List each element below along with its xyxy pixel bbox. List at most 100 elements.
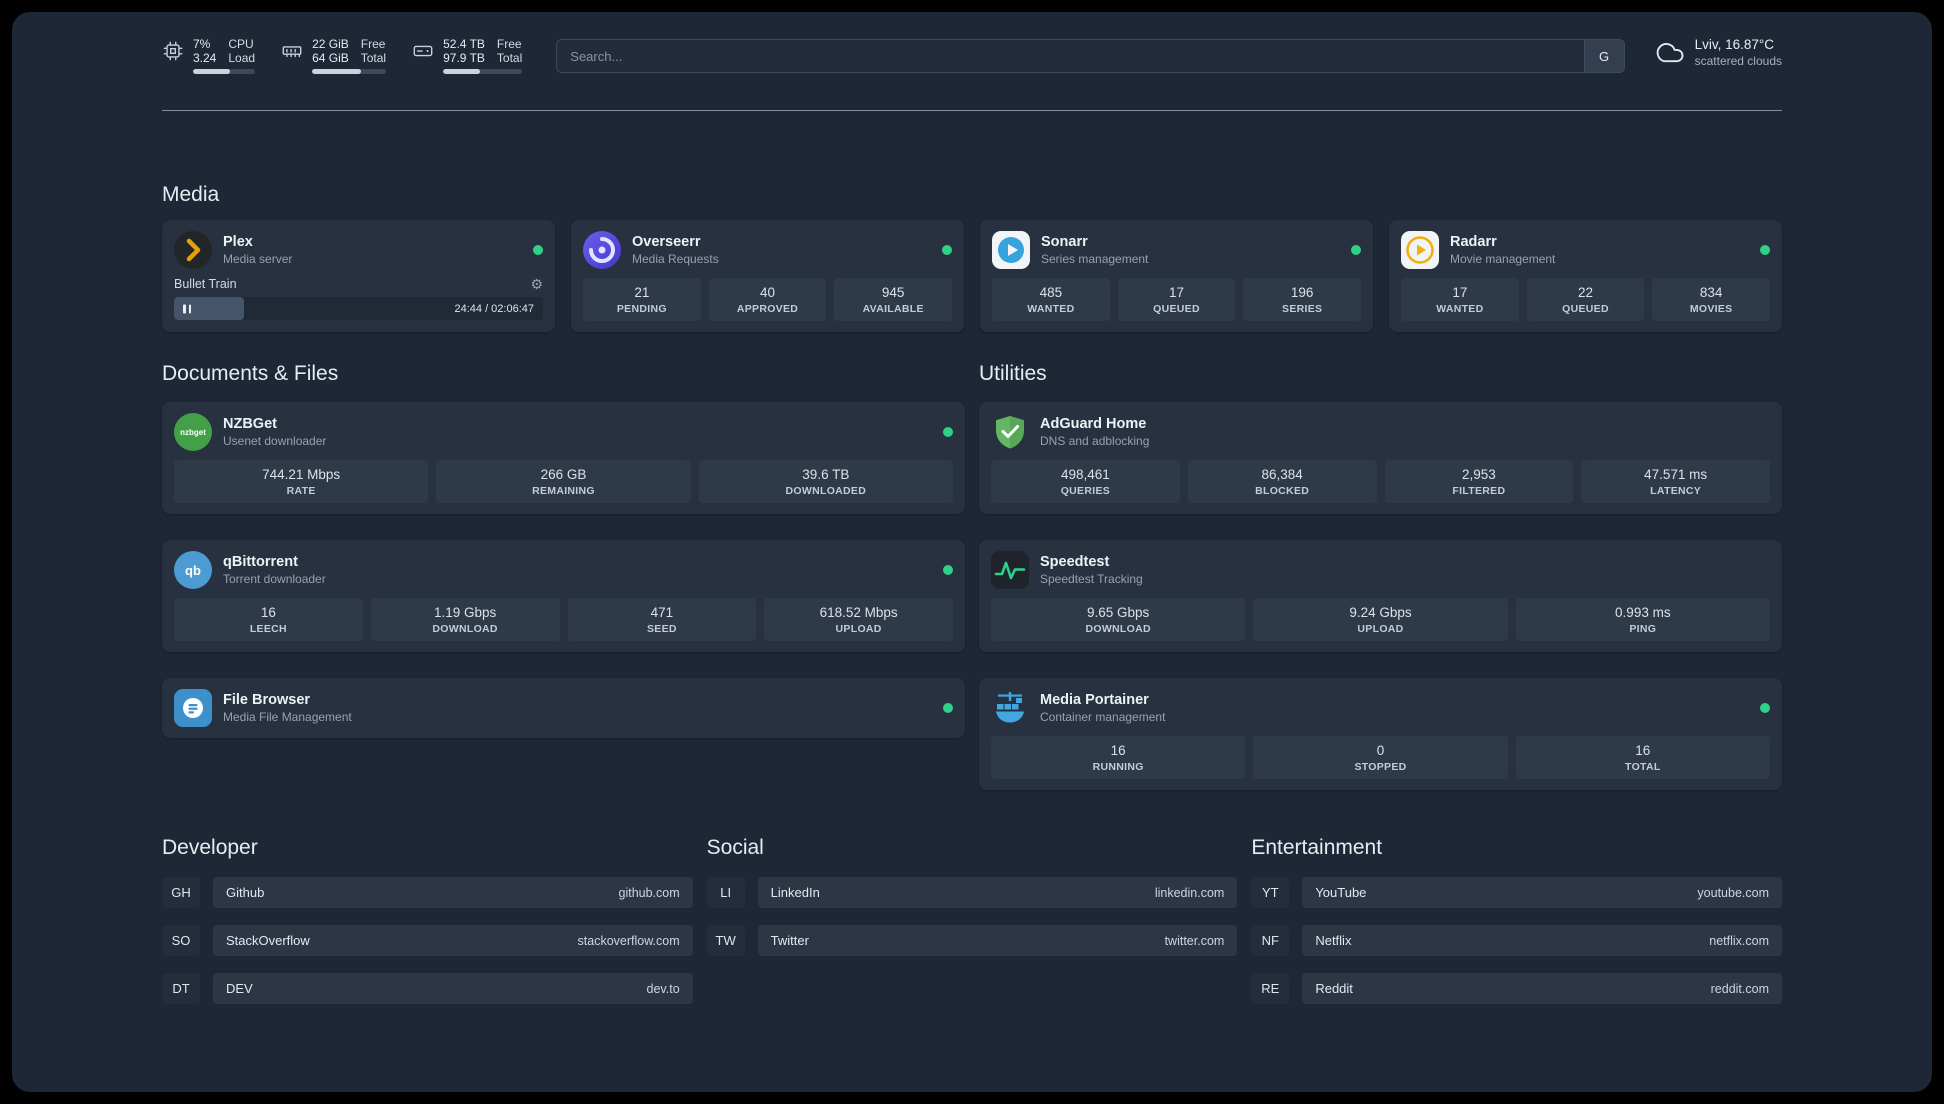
stat-value: 196 [1290, 285, 1314, 300]
stat-value: 9.65 Gbps [1087, 605, 1150, 620]
memory-label-top: Free [360, 37, 386, 51]
stat-label: MOVIES [1689, 303, 1733, 315]
card-plex[interactable]: Plex Media server Bullet Train ⚙ 24:44 /… [162, 220, 555, 332]
stat-label: LEECH [249, 623, 287, 635]
media-heading: Media [162, 183, 220, 206]
topbar: 7% 3.24 CPU Load 22 GiB 64 GiB Free Tota… [162, 12, 1782, 74]
search-input[interactable] [557, 40, 1584, 72]
bookmark-abbr: RE [1251, 973, 1290, 1004]
bookmark-url: github.com [618, 885, 680, 900]
bookmark-link[interactable]: StackOverflow stackoverflow.com [213, 925, 693, 956]
disk-usage-bar [443, 69, 523, 74]
bookmark-link[interactable]: Github github.com [213, 877, 693, 908]
bookmark-dev[interactable]: DT DEV dev.to [162, 973, 693, 1004]
status-dot [943, 703, 953, 713]
bookmark-link[interactable]: YouTube youtube.com [1302, 877, 1782, 908]
bookmark-url: reddit.com [1710, 981, 1769, 996]
card-nzbget[interactable]: nzbget NZBGet Usenet downloader 744.21 M… [162, 402, 965, 514]
bookmark-link[interactable]: Netflix netflix.com [1302, 925, 1782, 956]
stat-value: 21 [634, 285, 650, 300]
stat-available: 945 AVAILABLE [834, 278, 953, 321]
bookmark-reddit[interactable]: RE Reddit reddit.com [1251, 973, 1782, 1004]
developer-heading: Developer [162, 836, 258, 859]
card-adguard[interactable]: AdGuard Home DNS and adblocking 498,461 Q… [979, 402, 1782, 514]
stat-label: SERIES [1282, 303, 1323, 315]
stat-approved: 40 APPROVED [708, 278, 827, 321]
bookmark-link[interactable]: DEV dev.to [213, 973, 693, 1004]
pause-icon[interactable] [183, 304, 191, 313]
bookmark-name: DEV [226, 981, 253, 996]
stat-label: PING [1629, 623, 1657, 635]
status-dot [1351, 245, 1361, 255]
bookmarks-developer: Developer GH Github github.com SO StackO… [162, 836, 693, 1021]
section-documents: Documents & Files nzbget NZBGet Usenet d… [162, 362, 965, 738]
bookmark-abbr: NF [1251, 925, 1290, 956]
service-subtitle: Container management [1040, 710, 1166, 724]
portainer-icon [991, 689, 1029, 727]
service-name: Radarr [1450, 234, 1497, 250]
stat-queued: 22 QUEUED [1526, 278, 1645, 321]
stat-value: 834 [1699, 285, 1723, 300]
overseerr-icon [583, 231, 621, 269]
card-filebrowser[interactable]: File Browser Media File Management [162, 678, 965, 738]
card-radarr[interactable]: Radarr Movie management 17 WANTED 22 QUEUE… [1389, 220, 1782, 332]
playback-progress-bar[interactable]: 24:44 / 02:06:47 [174, 297, 543, 320]
bookmark-abbr: TW [706, 925, 745, 956]
bookmark-abbr: LI [706, 877, 745, 908]
stat-label: UPLOAD [1357, 623, 1404, 635]
service-name: Sonarr [1041, 234, 1088, 250]
cpu-percent: 7% [193, 37, 211, 51]
card-overseerr[interactable]: Overseerr Media Requests 21 PENDING 40 APP… [571, 220, 964, 332]
dashboard-window: 7% 3.24 CPU Load 22 GiB 64 GiB Free Tota… [12, 12, 1932, 1092]
service-subtitle: Media File Management [223, 710, 352, 724]
bookmark-twitter[interactable]: TW Twitter twitter.com [706, 925, 1238, 956]
stat-value: 1.19 Gbps [433, 605, 497, 620]
stat-value: 618.52 Mbps [819, 605, 898, 620]
bookmark-abbr: DT [162, 973, 200, 1004]
bookmark-name: Twitter [770, 933, 809, 948]
memory-usage-bar [312, 69, 387, 74]
stat-total: 16 TOTAL [1515, 736, 1770, 779]
memory-widget: 22 GiB 64 GiB Free Total [281, 37, 387, 74]
section-media: Media Plex Media server Bullet Train ⚙ 2… [162, 183, 1782, 332]
bookmark-url: dev.to [646, 981, 680, 996]
bookmark-linkedin[interactable]: LI LinkedIn linkedin.com [706, 877, 1238, 908]
gear-icon[interactable]: ⚙ [530, 277, 543, 291]
disk-total: 97.9 TB [443, 51, 485, 65]
service-subtitle: Torrent downloader [223, 572, 326, 586]
service-subtitle: Series management [1041, 252, 1149, 266]
service-name: NZBGet [223, 416, 277, 432]
documents-heading: Documents & Files [162, 362, 339, 385]
stat-label: DOWNLOAD [432, 623, 498, 635]
stat-label: PENDING [616, 303, 667, 315]
bookmark-link[interactable]: Twitter twitter.com [757, 925, 1238, 956]
bookmark-youtube[interactable]: YT YouTube youtube.com [1251, 877, 1782, 908]
bookmark-link[interactable]: LinkedIn linkedin.com [757, 877, 1238, 908]
stat-label: AVAILABLE [862, 303, 924, 315]
stat-label: APPROVED [736, 303, 799, 315]
weather-widget[interactable]: Lviv, 16.87°C scattered clouds [1655, 37, 1782, 68]
card-qbittorrent[interactable]: qb qBittorrent Torrent downloader 16 LEEC… [162, 540, 965, 652]
service-subtitle: Movie management [1450, 252, 1556, 266]
stat-label: QUERIES [1060, 485, 1111, 497]
search-provider-button[interactable]: G [1583, 40, 1624, 72]
cloud-icon [1656, 42, 1683, 62]
service-name: Overseerr [632, 234, 701, 250]
status-dot [942, 245, 952, 255]
service-name: Plex [223, 234, 253, 250]
stat-movies: 834 MOVIES [1652, 278, 1771, 321]
card-portainer[interactable]: Media Portainer Container management 16 R… [979, 678, 1782, 790]
card-speedtest[interactable]: Speedtest Speedtest Tracking 9.65 Gbps DO… [979, 540, 1782, 652]
stat-label: UPLOAD [835, 623, 882, 635]
bookmark-url: stackoverflow.com [577, 933, 680, 948]
bookmark-stackoverflow[interactable]: SO StackOverflow stackoverflow.com [162, 925, 693, 956]
bookmark-netflix[interactable]: NF Netflix netflix.com [1251, 925, 1782, 956]
adguard-icon [991, 413, 1029, 451]
bookmark-github[interactable]: GH Github github.com [162, 877, 693, 908]
stat-label: STOPPED [1354, 761, 1407, 773]
stat-label: LATENCY [1650, 485, 1702, 497]
memory-usage-fill [312, 69, 361, 74]
filebrowser-icon [174, 689, 212, 727]
card-sonarr[interactable]: Sonarr Series management 485 WANTED 17 QUE… [980, 220, 1373, 332]
bookmark-link[interactable]: Reddit reddit.com [1302, 973, 1782, 1004]
